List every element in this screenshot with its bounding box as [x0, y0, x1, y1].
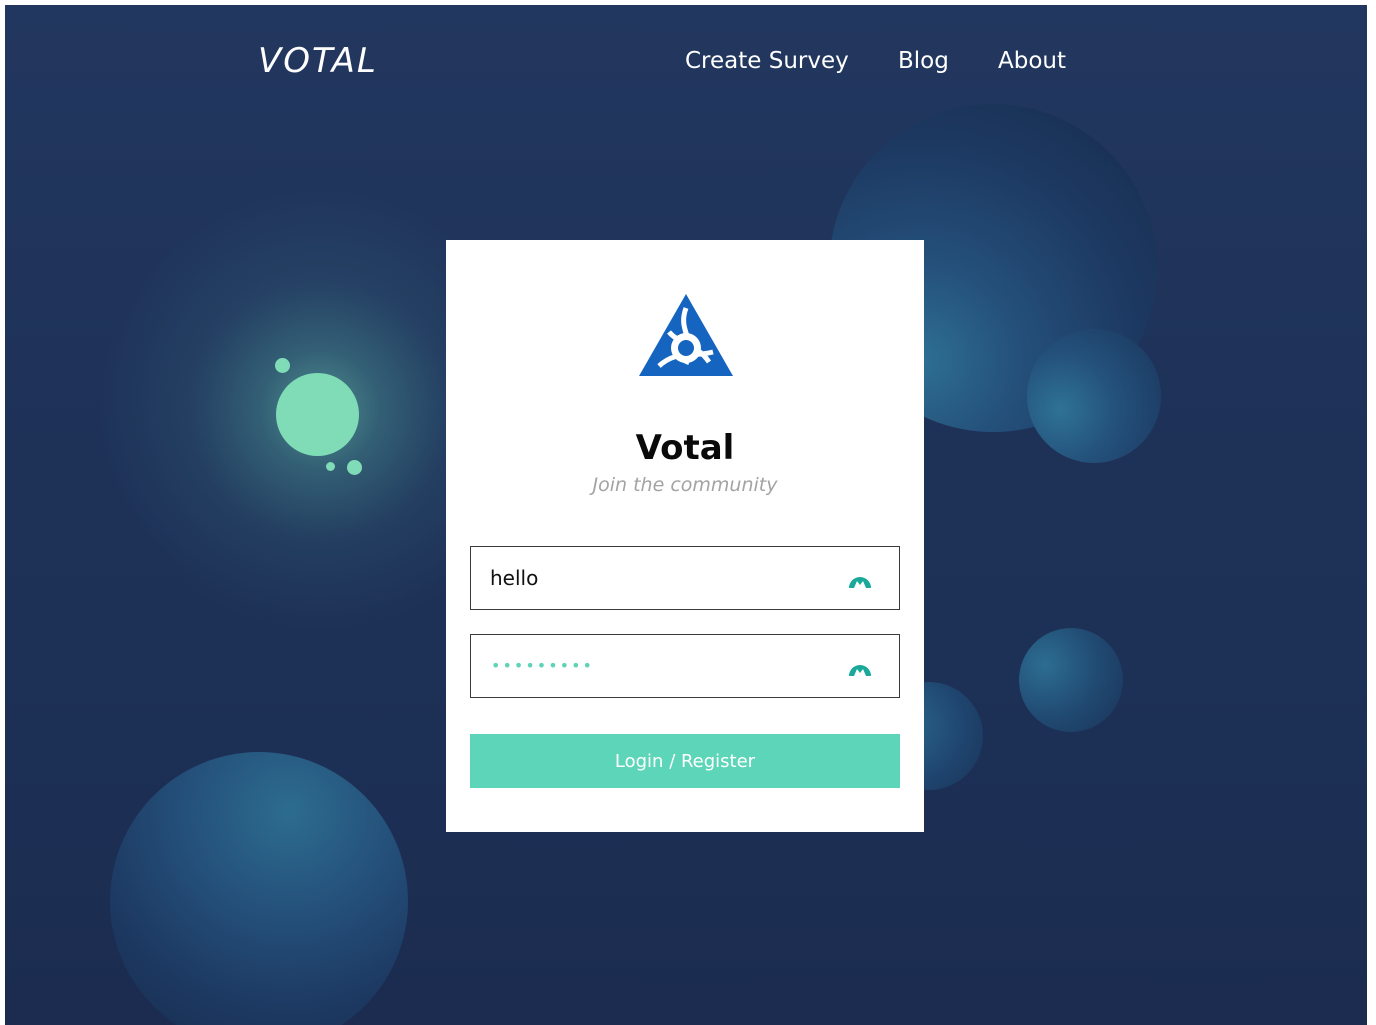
card-subtitle: Join the community	[592, 474, 778, 496]
username-input[interactable]	[471, 547, 831, 609]
password-field[interactable]: •••••••••	[470, 634, 900, 698]
card-title: Votal	[635, 428, 735, 468]
nav-link-about[interactable]: About	[998, 48, 1066, 74]
nav-link-create-survey[interactable]: Create Survey	[685, 48, 849, 74]
password-manager-icon[interactable]	[847, 566, 873, 590]
password-masked-value[interactable]: •••••••••	[491, 657, 594, 675]
glowing-orb	[276, 373, 359, 456]
decorative-sphere	[110, 752, 408, 1025]
brand-logo[interactable]: VOTAL	[258, 41, 378, 81]
orb-dot	[347, 460, 362, 475]
decorative-sphere	[1027, 329, 1161, 463]
votal-triangle-logo-icon	[639, 294, 733, 376]
top-navigation: VOTAL Create Survey Blog About	[5, 5, 1367, 115]
decorative-sphere	[1019, 628, 1123, 732]
username-field[interactable]	[470, 546, 900, 610]
orb-dot	[326, 462, 335, 471]
orb-dot	[275, 358, 290, 373]
login-register-button[interactable]: Login / Register	[470, 734, 900, 788]
page-background: VOTAL Create Survey Blog About Votal Joi…	[5, 5, 1367, 1025]
login-card: Votal Join the community ••••••••• Login…	[446, 240, 924, 832]
password-manager-icon[interactable]	[847, 654, 873, 678]
nav-link-blog[interactable]: Blog	[898, 48, 949, 74]
